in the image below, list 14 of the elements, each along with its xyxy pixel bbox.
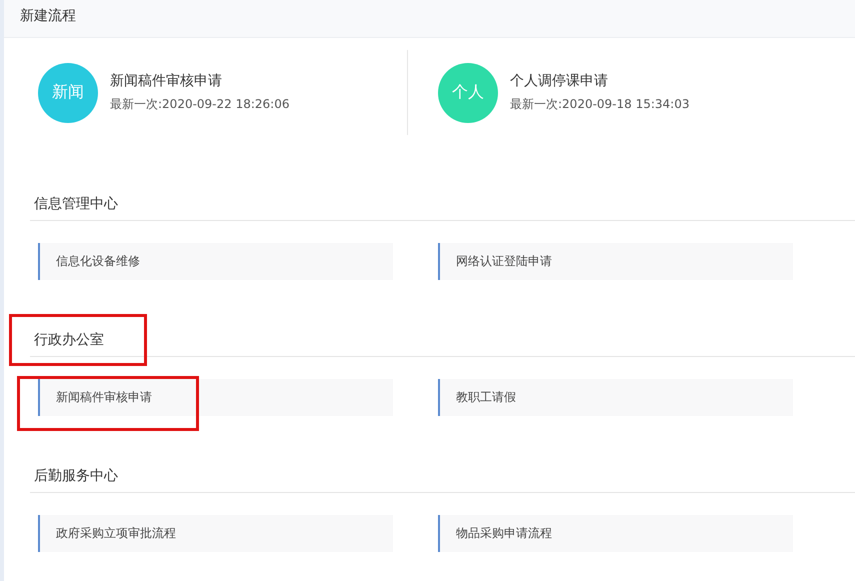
last-time: 最新一次:2020-09-18 15:34:03	[510, 96, 690, 113]
process-name[interactable]: 个人调停课申请	[510, 72, 690, 90]
page-title: 新建流程	[20, 7, 76, 25]
process-item[interactable]: 信息化设备维修	[38, 243, 393, 280]
section-title: 信息管理中心	[34, 196, 118, 212]
process-item[interactable]: 政府采购立项审批流程	[38, 515, 393, 552]
process-name[interactable]: 新闻稿件审核申请	[110, 72, 290, 90]
process-item[interactable]: 教职工请假	[438, 379, 793, 416]
process-item[interactable]: 物品采购申请流程	[438, 515, 793, 552]
process-item[interactable]: 网络认证登陆申请	[438, 243, 793, 280]
last-time: 最新一次:2020-09-22 18:26:06	[110, 96, 290, 113]
section-title: 后勤服务中心	[34, 468, 118, 484]
process-item[interactable]: 新闻稿件审核申请	[38, 379, 393, 416]
section-title: 行政办公室	[34, 332, 104, 348]
